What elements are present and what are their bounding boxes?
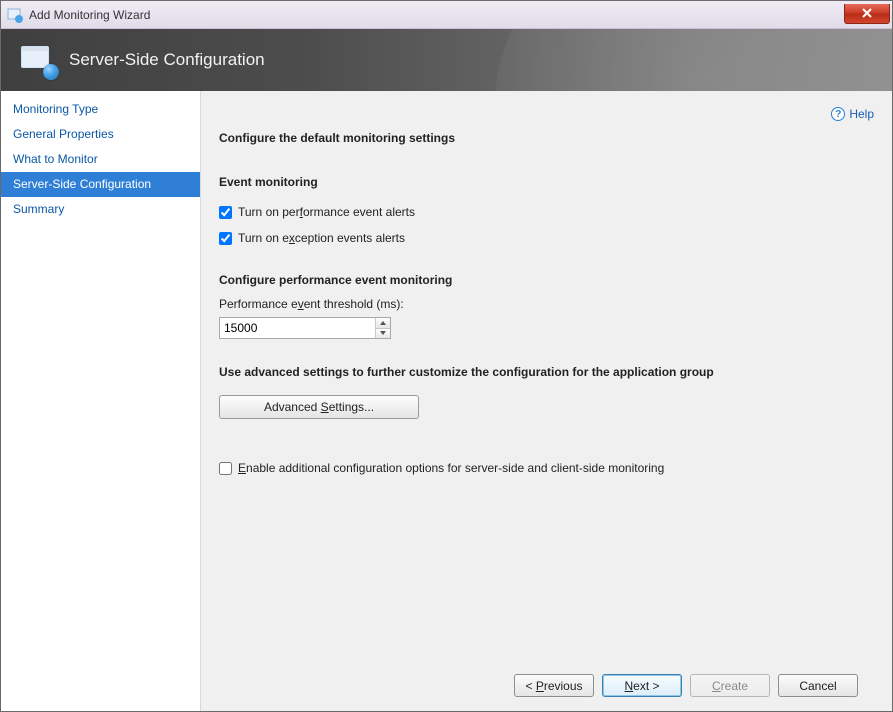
next-button[interactable]: Next > [602, 674, 682, 697]
help-icon: ? [831, 107, 845, 121]
previous-button[interactable]: < Previous [514, 674, 594, 697]
sidebar-item-server-side-configuration[interactable]: Server-Side Configuration [1, 172, 200, 197]
threshold-input-wrap [219, 317, 391, 339]
threshold-spinner [375, 318, 390, 338]
advanced-heading: Use advanced settings to further customi… [219, 365, 874, 379]
exception-alerts-label: Turn on exception events alerts [238, 231, 405, 245]
banner-title: Server-Side Configuration [69, 50, 265, 70]
window-title: Add Monitoring Wizard [29, 8, 844, 22]
perf-alerts-checkbox-row[interactable]: Turn on performance event alerts [219, 205, 874, 219]
titlebar: Add Monitoring Wizard [1, 1, 892, 29]
footer-buttons: < Previous Next > Create Cancel [219, 664, 874, 711]
wizard-window: Add Monitoring Wizard Server-Side Config… [0, 0, 893, 712]
sidebar: Monitoring Type General Properties What … [1, 91, 201, 711]
perf-config-heading: Configure performance event monitoring [219, 273, 874, 287]
sidebar-item-general-properties[interactable]: General Properties [1, 122, 200, 147]
additional-config-checkbox[interactable] [219, 462, 232, 475]
wizard-body: Monitoring Type General Properties What … [1, 91, 892, 711]
close-button[interactable] [844, 4, 890, 24]
sidebar-item-what-to-monitor[interactable]: What to Monitor [1, 147, 200, 172]
threshold-spinner-up[interactable] [376, 318, 390, 329]
additional-config-checkbox-row[interactable]: Enable additional configuration options … [219, 461, 874, 475]
titlebar-buttons [844, 6, 892, 24]
banner-icon [21, 46, 55, 74]
additional-config-label: Enable additional configuration options … [238, 461, 664, 475]
cancel-button[interactable]: Cancel [778, 674, 858, 697]
threshold-spinner-down[interactable] [376, 329, 390, 339]
create-button: Create [690, 674, 770, 697]
help-label: Help [849, 107, 874, 121]
threshold-input[interactable] [220, 318, 375, 338]
sidebar-item-summary[interactable]: Summary [1, 197, 200, 222]
event-monitoring-heading: Event monitoring [219, 175, 874, 189]
perf-alerts-label: Turn on performance event alerts [238, 205, 415, 219]
banner: Server-Side Configuration [1, 29, 892, 91]
main-panel: ? Help Configure the default monitoring … [201, 91, 892, 711]
page-heading: Configure the default monitoring setting… [219, 131, 874, 145]
perf-alerts-checkbox[interactable] [219, 206, 232, 219]
advanced-settings-button[interactable]: Advanced Settings... [219, 395, 419, 419]
threshold-label: Performance event threshold (ms): [219, 297, 874, 311]
sidebar-item-monitoring-type[interactable]: Monitoring Type [1, 97, 200, 122]
exception-alerts-checkbox[interactable] [219, 232, 232, 245]
exception-alerts-checkbox-row[interactable]: Turn on exception events alerts [219, 231, 874, 245]
help-link[interactable]: ? Help [831, 107, 874, 121]
window-icon [7, 7, 23, 23]
